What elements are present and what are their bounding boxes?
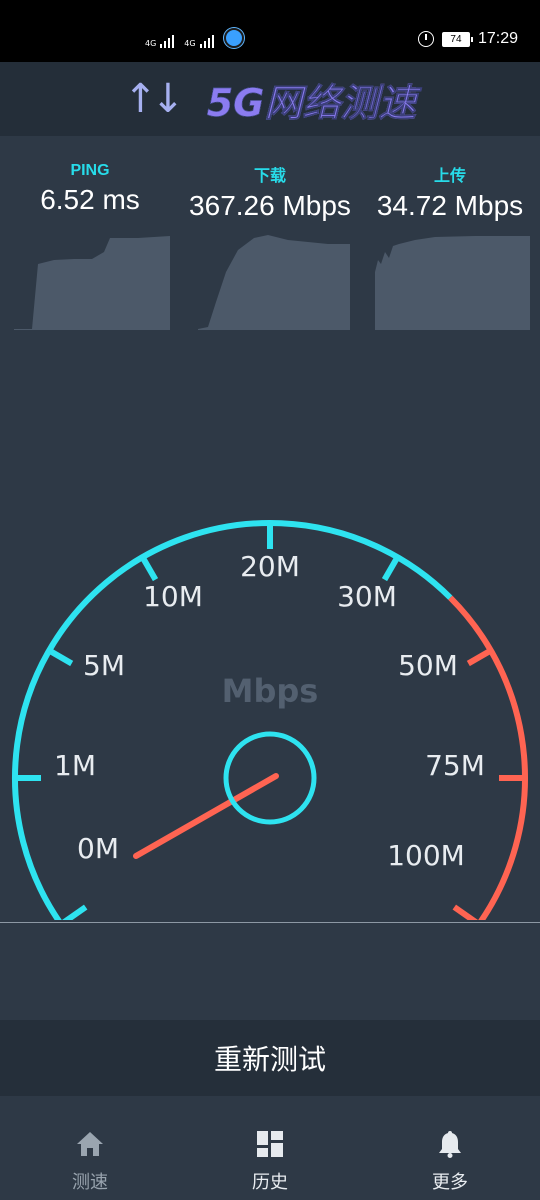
signal-icon: 4G (184, 35, 214, 48)
grid-icon (257, 1131, 283, 1157)
gauge-tick (47, 647, 74, 667)
tab-speedtest[interactable]: 测速 (0, 1096, 180, 1200)
gauge-tick-label: 75M (425, 749, 485, 782)
download-sparkline (198, 235, 350, 330)
status-icons-right: 74 17:29 (417, 30, 518, 48)
status-bar: 4G 4G 74 17:29 (0, 0, 540, 62)
gauge-tick-label: 30M (337, 580, 397, 613)
gauge-tick-label: 20M (240, 550, 300, 583)
signal-icon: 4G (145, 35, 175, 48)
gauge-tick-label: 100M (387, 839, 465, 872)
alarm-icon (417, 31, 434, 47)
speedtest-app-icon (223, 28, 244, 48)
upload-stat: 上传 34.72 Mbps (360, 136, 540, 222)
battery-icon: 74 (441, 31, 473, 47)
gauge-tick-label: 10M (143, 580, 203, 613)
tab-more[interactable]: 更多 (360, 1096, 540, 1200)
ping-value: 6.52 ms (40, 184, 140, 215)
network-type-label: 4G (145, 39, 157, 48)
upload-label: 上传 (433, 168, 466, 185)
updown-arrows-icon: ↑↓ (123, 76, 185, 122)
gauge-tick (466, 647, 493, 667)
ping-label: PING (70, 162, 110, 179)
speed-gauge: Mbps 0M 1M 5M 10M 20M 30M 50M 75M 100M (12, 520, 528, 920)
tab-label: 历史 (252, 1172, 288, 1193)
bell-icon (439, 1131, 461, 1158)
gauge-needle (133, 773, 279, 859)
download-value: 367.26 Mbps (189, 190, 351, 221)
app-header: ↑↓ 5G网络测速 (0, 62, 540, 136)
ping-stat: PING 6.52 ms (0, 136, 180, 216)
network-type-label: 4G (184, 39, 196, 48)
upload-value: 34.72 Mbps (376, 190, 524, 221)
tab-history[interactable]: 历史 (180, 1096, 360, 1200)
clock: 17:29 (477, 30, 518, 47)
gauge-tick-label: 1M (54, 749, 96, 782)
gauge-tick-label: 5M (83, 649, 125, 682)
tab-label: 更多 (432, 1172, 468, 1193)
home-icon (77, 1132, 103, 1156)
divider (0, 922, 540, 923)
bottom-tab-bar: 测速 历史 更多 (0, 1096, 540, 1200)
tab-label: 测速 (72, 1172, 108, 1193)
gauge-end-cap (61, 904, 88, 920)
download-stat: 下载 367.26 Mbps (180, 136, 360, 222)
gauge-tick (139, 555, 159, 582)
gauge-end-cap (452, 904, 479, 920)
download-label: 下载 (253, 168, 286, 185)
gauge-tick-label: 0M (77, 832, 119, 865)
gauge-tick-label: 50M (398, 649, 458, 682)
retest-button[interactable]: 重新测试 (0, 1020, 540, 1096)
app-title: 5G网络测速 (206, 72, 416, 127)
upload-sparkline (375, 236, 530, 330)
ping-sparkline (14, 236, 170, 330)
gauge-unit-label: Mbps (222, 672, 319, 710)
gauge-tick (381, 555, 401, 582)
status-icons-center: 4G 4G (145, 28, 244, 48)
